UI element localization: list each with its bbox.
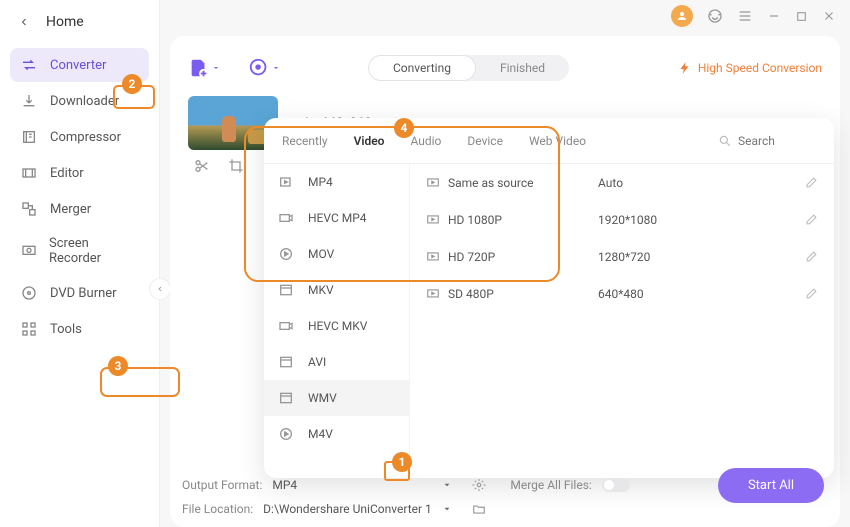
home-row[interactable]: Home [0,0,159,44]
sidebar-item-label: Tools [50,322,82,337]
merger-icon [20,200,38,218]
search-box[interactable] [718,134,818,148]
crop-icon[interactable] [228,158,244,174]
resolution-list: Same as sourceAuto HD 1080P1920*1080 HD … [410,164,834,478]
download-icon [20,92,38,110]
tab-recently[interactable]: Recently [280,130,330,152]
sidebar-item-label: Screen Recorder [49,236,139,266]
format-mkv[interactable]: MKV [264,272,409,308]
format-m4v[interactable]: M4V [264,416,409,452]
segment-control: Converting Finished [368,55,569,81]
recorder-icon [20,242,37,260]
sidebar-item-label: Downloader [50,94,119,109]
close-icon[interactable] [822,9,836,23]
sidebar-item-compressor[interactable]: Compressor [10,120,149,154]
start-all-button[interactable]: Start All [718,468,824,503]
sidebar-item-label: DVD Burner [50,286,117,301]
resolution-row[interactable]: Same as sourceAuto [410,164,834,201]
format-avi[interactable]: AVI [264,344,409,380]
resolution-row[interactable]: SD 480P640*480 [410,275,834,312]
support-icon[interactable] [707,8,723,24]
tab-video[interactable]: Video [352,130,387,152]
format-panel: Recently Video Audio Device Web Video MP… [264,118,834,478]
monitor-icon [426,250,448,264]
resolution-row[interactable]: HD 720P1280*720 [410,238,834,275]
video-file-icon [278,354,296,370]
output-format-label: Output Format: [182,478,262,492]
lightning-icon [678,61,692,75]
format-hevc-mp4[interactable]: HEVC MP4 [264,200,409,236]
format-hevc-mkv[interactable]: HEVC MKV [264,308,409,344]
video-file-icon [278,282,296,298]
sidebar-item-converter[interactable]: Converter [10,48,149,82]
settings-icon[interactable] [472,478,486,492]
sidebar-item-label: Converter [50,58,106,73]
add-dvd-button[interactable] [248,57,280,79]
segment-finished[interactable]: Finished [476,55,569,81]
merge-label: Merge All Files: [510,478,591,492]
maximize-icon[interactable] [795,10,808,23]
sidebar-item-screen-recorder[interactable]: Screen Recorder [10,228,149,274]
output-format-value: MP4 [272,478,432,492]
compressor-icon [20,128,38,146]
output-format-dropdown[interactable] [442,480,452,490]
file-location-value: D:\Wondershare UniConverter 1 [263,502,432,516]
monitor-icon [426,213,448,227]
search-input[interactable] [738,134,818,148]
sidebar-item-tools[interactable]: Tools [10,312,149,346]
format-mp4[interactable]: MP4 [264,164,409,200]
editor-icon [20,164,38,182]
tab-device[interactable]: Device [465,130,505,152]
video-file-icon [278,318,296,334]
sidebar-item-downloader[interactable]: Downloader [10,84,149,118]
sidebar-item-editor[interactable]: Editor [10,156,149,190]
dvd-icon [20,284,38,302]
back-icon [18,16,30,28]
resolution-row[interactable]: HD 1080P1920*1080 [410,201,834,238]
main-card: Converting Finished High Speed Conversio… [170,36,840,527]
monitor-icon [426,287,448,301]
tab-webvideo[interactable]: Web Video [527,130,588,152]
trim-icon[interactable] [194,158,210,174]
file-location-label: File Location: [182,502,253,516]
converter-icon [20,56,38,74]
merge-toggle[interactable] [602,478,630,492]
sidebar: Home Converter Downloader Compressor Edi… [0,0,160,527]
video-file-icon [278,390,296,406]
video-file-icon [278,246,296,262]
home-label: Home [46,14,84,30]
edit-preset-icon[interactable] [805,287,818,300]
edit-preset-icon[interactable] [805,176,818,189]
add-file-button[interactable] [188,57,220,79]
format-list: MP4 HEVC MP4 MOV MKV HEVC MKV AVI WMV M4… [264,164,410,478]
video-file-icon [278,210,296,226]
sidebar-item-merger[interactable]: Merger [10,192,149,226]
video-file-icon [278,174,296,190]
segment-converting[interactable]: Converting [368,55,476,81]
footer: Output Format: MP4 Merge All Files: File… [182,473,828,521]
hsc-label: High Speed Conversion [698,61,822,75]
monitor-icon [426,176,448,190]
sidebar-item-label: Editor [50,166,84,181]
tools-icon [20,320,38,338]
format-wmv[interactable]: WMV [264,380,409,416]
avatar[interactable] [671,5,693,27]
menu-icon[interactable] [737,8,753,24]
file-location-dropdown[interactable] [442,504,452,514]
minimize-icon[interactable] [767,9,781,23]
search-icon [718,134,732,148]
tab-audio[interactable]: Audio [408,130,443,152]
edit-preset-icon[interactable] [805,250,818,263]
sidebar-item-label: Compressor [50,130,121,145]
format-mov[interactable]: MOV [264,236,409,272]
sidebar-item-dvd-burner[interactable]: DVD Burner [10,276,149,310]
high-speed-toggle[interactable]: High Speed Conversion [678,61,822,75]
open-folder-icon[interactable] [472,502,486,516]
sidebar-item-label: Merger [50,202,91,217]
edit-preset-icon[interactable] [805,213,818,226]
video-file-icon [278,426,296,442]
collapse-sidebar-button[interactable] [149,278,171,300]
